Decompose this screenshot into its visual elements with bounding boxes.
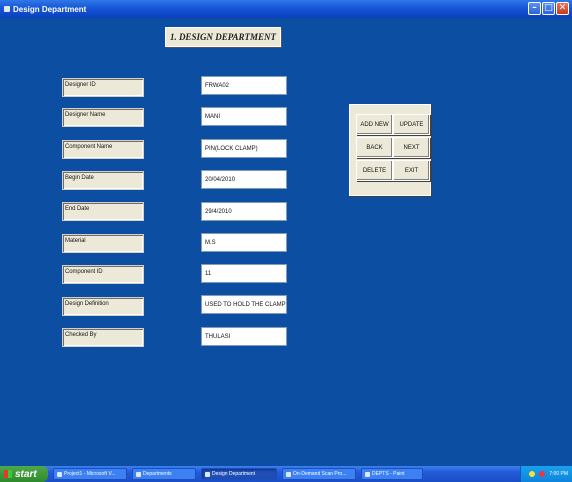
end-date-field[interactable]: 29/4/2010 bbox=[201, 202, 287, 221]
clock: 7:00 PM bbox=[549, 471, 568, 477]
label-material: Material bbox=[62, 234, 144, 253]
back-button[interactable]: BACK bbox=[356, 137, 393, 158]
form-icon bbox=[136, 471, 141, 477]
taskbar-item-label: Project1 - Microsoft V... bbox=[64, 471, 116, 477]
label-design-definition: Design Definition bbox=[62, 297, 144, 316]
taskbar-item-on-demand-scan[interactable]: On-Demand Scan Pro... bbox=[282, 468, 356, 480]
component-id-field[interactable]: 11 bbox=[201, 264, 287, 283]
start-label: start bbox=[15, 468, 37, 480]
vb-icon bbox=[57, 471, 62, 477]
taskbar: start Project1 - Microsoft V... Departme… bbox=[0, 466, 572, 482]
taskbar-item-paint[interactable]: DEPTS - Paint bbox=[361, 468, 423, 480]
taskbar-item-label: DEPTS - Paint bbox=[372, 471, 405, 477]
taskbar-item-label: Design Department bbox=[212, 471, 256, 477]
taskbar-item-project1[interactable]: Project1 - Microsoft V... bbox=[53, 468, 127, 480]
action-button-panel: ADD NEW UPDATE BACK NEXT DELETE EXIT bbox=[349, 104, 431, 196]
label-designer-name: Designer Name bbox=[62, 108, 144, 127]
add-new-button[interactable]: ADD NEW bbox=[356, 114, 393, 135]
paint-icon bbox=[365, 471, 370, 477]
design-definition-field[interactable]: USED TO HOLD THE CLAMP bbox=[201, 295, 287, 314]
tray-icon[interactable] bbox=[529, 471, 536, 477]
taskbar-item-design-department[interactable]: Design Department bbox=[201, 468, 277, 480]
label-component-id: Component ID bbox=[62, 265, 144, 284]
title-bar[interactable]: Design Department – □ ✕ bbox=[0, 0, 572, 18]
material-field[interactable]: M.S bbox=[201, 233, 287, 252]
update-button[interactable]: UPDATE bbox=[393, 114, 430, 135]
tray-alert-icon[interactable] bbox=[539, 471, 546, 477]
scan-icon bbox=[286, 471, 291, 477]
app-icon bbox=[4, 6, 10, 12]
minimize-icon[interactable]: – bbox=[528, 2, 541, 15]
window-title: Design Department bbox=[13, 4, 87, 14]
delete-button[interactable]: DELETE bbox=[356, 160, 393, 181]
designer-name-field[interactable]: MANI bbox=[201, 107, 287, 126]
designer-id-field[interactable]: FRWA02 bbox=[201, 76, 287, 95]
label-component-name: Component Name bbox=[62, 140, 144, 159]
taskbar-item-label: Departments bbox=[143, 471, 172, 477]
exit-button[interactable]: EXIT bbox=[393, 160, 430, 181]
system-tray: 7:00 PM bbox=[520, 466, 572, 482]
taskbar-item-departments[interactable]: Departments bbox=[132, 468, 196, 480]
window-controls: – □ ✕ bbox=[528, 2, 569, 15]
form-client-area: 1. DESIGN DEPARTMENT Designer ID FRWA02 … bbox=[0, 18, 572, 466]
maximize-icon[interactable]: □ bbox=[542, 2, 555, 15]
next-button[interactable]: NEXT bbox=[393, 137, 430, 158]
begin-date-field[interactable]: 20/04/2010 bbox=[201, 170, 287, 189]
windows-logo-icon bbox=[4, 470, 12, 478]
component-name-field[interactable]: PIN(LOCK CLAMP) bbox=[201, 139, 287, 158]
checked-by-field[interactable]: THULASI bbox=[201, 327, 287, 346]
page-title: 1. DESIGN DEPARTMENT bbox=[165, 27, 281, 47]
form-icon bbox=[205, 471, 210, 477]
start-button[interactable]: start bbox=[0, 466, 48, 482]
close-icon[interactable]: ✕ bbox=[556, 2, 569, 15]
taskbar-item-label: On-Demand Scan Pro... bbox=[293, 471, 347, 477]
label-end-date: End Date bbox=[62, 202, 144, 221]
label-begin-date: Begin Date bbox=[62, 171, 144, 190]
label-checked-by: Checked By bbox=[62, 328, 144, 347]
label-designer-id: Designer ID bbox=[62, 78, 144, 97]
